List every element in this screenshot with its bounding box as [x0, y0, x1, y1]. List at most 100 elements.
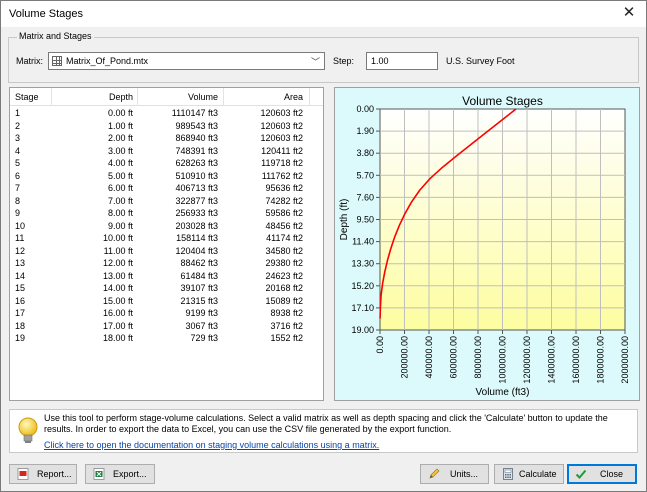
calculate-button[interactable]: Calculate — [494, 464, 564, 484]
chevron-down-icon[interactable]: ﹀ — [311, 55, 320, 68]
units-button[interactable]: Units... — [420, 464, 489, 484]
x-tick-label: 1800000.00 — [596, 336, 606, 384]
chart-title: Volume Stages — [462, 94, 543, 108]
cell-stage: 19 — [15, 333, 26, 343]
close-icon[interactable]: ✕ — [620, 4, 638, 22]
table-row[interactable]: 14 13.00 ft 61484 ft3 24623 ft2 — [10, 271, 323, 284]
cell-stage: 9 — [15, 208, 21, 218]
cell-depth: 4.00 ft — [107, 158, 133, 168]
table-row[interactable]: 5 4.00 ft 628263 ft3 119718 ft2 — [10, 158, 323, 171]
table-row[interactable]: 18 17.00 ft 3067 ft3 3716 ft2 — [10, 321, 323, 334]
cell-area: 111762 ft2 — [261, 170, 303, 181]
step-label: Step: — [333, 56, 355, 66]
cell-volume: 628263 ft3 — [175, 158, 218, 168]
table-row[interactable]: 13 12.00 ft 88462 ft3 29380 ft2 — [10, 258, 323, 271]
table-row[interactable]: 7 6.00 ft 406713 ft3 95636 ft2 — [10, 183, 323, 196]
x-tick-label: 1600000.00 — [571, 336, 581, 384]
cell-depth: 2.00 ft — [107, 133, 133, 143]
table-row[interactable]: 2 1.00 ft 989543 ft3 120603 ft2 — [10, 121, 323, 134]
cell-volume: 868940 ft3 — [175, 133, 218, 143]
volume-stages-chart: Volume Stages 0.00 200000.00 400000.00 60000… — [334, 87, 640, 401]
cell-volume: 120404 ft3 — [175, 245, 218, 256]
table-row[interactable]: 9 8.00 ft 256933 ft3 59586 ft2 — [10, 208, 323, 221]
table-row[interactable]: 3 2.00 ft 868940 ft3 120603 ft2 — [10, 133, 323, 146]
table-row[interactable]: 19 18.00 ft 729 ft3 1552 ft2 — [10, 333, 323, 346]
cell-volume: 989543 ft3 — [175, 120, 218, 131]
cell-volume: 9199 ft3 — [185, 308, 218, 318]
pdf-icon — [17, 468, 29, 480]
step-input[interactable]: 1.00 — [366, 52, 438, 70]
cell-stage: 6 — [15, 170, 21, 181]
x-tick-label: 2000000.00 — [620, 336, 630, 384]
close-button[interactable]: Close — [567, 464, 637, 484]
matrix-select-value: Matrix_Of_Pond.mtx — [66, 56, 149, 66]
cell-volume: 21315 ft3 — [180, 295, 218, 306]
cell-stage: 3 — [15, 133, 21, 143]
report-button[interactable]: Report... — [9, 464, 77, 484]
table-header: Stage Depth Volume Area — [10, 88, 323, 106]
column-header-volume[interactable]: Volume — [188, 92, 218, 102]
cell-volume: 748391 ft3 — [175, 145, 218, 156]
stages-table[interactable]: Stage Depth Volume Area 1 0.00 ft 1110147 … — [9, 87, 324, 401]
y-tick-label: 15.20 — [351, 281, 374, 291]
cell-depth: 10.00 ft — [102, 233, 133, 243]
y-tick-label: 13.30 — [351, 259, 374, 269]
matrix-select[interactable]: Matrix_Of_Pond.mtx ﹀ — [48, 52, 325, 70]
cell-stage: 16 — [15, 295, 26, 306]
cell-depth: 16.00 ft — [102, 308, 133, 318]
table-row[interactable]: 6 5.00 ft 510910 ft3 111762 ft2 — [10, 171, 323, 184]
cell-volume: 729 ft3 — [190, 333, 218, 343]
column-header-depth[interactable]: Depth — [109, 92, 133, 102]
column-header-area[interactable]: Area — [284, 92, 303, 102]
cell-depth: 18.00 ft — [102, 333, 133, 343]
close-button-label: Close — [600, 469, 624, 479]
table-row[interactable]: 8 7.00 ft 322877 ft3 74282 ft2 — [10, 196, 323, 209]
cell-depth: 9.00 ft — [107, 220, 133, 231]
y-axis-label: Depth (ft) — [339, 199, 350, 241]
volume-stages-window: Volume Stages ✕ Matrix and Stages Matrix… — [0, 0, 647, 492]
y-tick-label: 17.10 — [351, 303, 374, 313]
x-axis-label: Volume (ft3) — [476, 387, 530, 398]
cell-depth: 12.00 ft — [102, 258, 133, 268]
table-row[interactable]: 16 15.00 ft 21315 ft3 15089 ft2 — [10, 296, 323, 309]
table-row[interactable]: 1 0.00 ft 1110147 ft3 120603 ft2 — [10, 108, 323, 121]
documentation-link[interactable]: Click here to open the documentation on … — [44, 440, 379, 450]
cell-depth: 8.00 ft — [107, 208, 133, 218]
report-button-label: Report... — [37, 469, 72, 479]
y-tick-label: 19.00 — [351, 325, 374, 335]
x-tick-label: 200000.00 — [400, 336, 410, 379]
column-header-stage[interactable]: Stage — [15, 92, 39, 102]
cell-stage: 8 — [15, 195, 21, 206]
table-row[interactable]: 4 3.00 ft 748391 ft3 120411 ft2 — [10, 146, 323, 159]
table-row[interactable]: 10 9.00 ft 203028 ft3 48456 ft2 — [10, 221, 323, 234]
table-row[interactable]: 11 10.00 ft 158114 ft3 41174 ft2 — [10, 233, 323, 246]
cell-area: 74282 ft2 — [265, 195, 303, 206]
title-bar: Volume Stages ✕ — [1, 1, 646, 27]
cell-stage: 18 — [15, 320, 26, 331]
export-button[interactable]: Export... — [85, 464, 155, 484]
cell-area: 120603 ft2 — [260, 133, 303, 143]
matrix-label: Matrix: — [16, 56, 43, 66]
cell-area: 34580 ft2 — [265, 245, 303, 256]
cell-volume: 39107 ft3 — [180, 283, 218, 293]
cell-stage: 7 — [15, 183, 21, 193]
cell-area: 120411 ft2 — [261, 145, 303, 156]
calculator-icon — [503, 468, 513, 480]
cell-volume: 3067 ft3 — [185, 320, 218, 331]
y-tick-label: 9.50 — [356, 215, 374, 225]
cell-stage: 1 — [15, 108, 21, 118]
cell-volume: 158114 ft3 — [176, 233, 218, 243]
table-row[interactable]: 15 14.00 ft 39107 ft3 20168 ft2 — [10, 283, 323, 296]
x-tick-label: 400000.00 — [424, 336, 434, 379]
cell-area: 120603 ft2 — [260, 120, 303, 131]
x-tick-label: 600000.00 — [449, 336, 459, 379]
cell-volume: 203028 ft3 — [175, 220, 218, 231]
y-tick-label: 11.40 — [352, 237, 374, 247]
cell-depth: 6.00 ft — [107, 183, 133, 193]
table-row[interactable]: 12 11.00 ft 120404 ft3 34580 ft2 — [10, 246, 323, 259]
cell-area: 3716 ft2 — [270, 320, 303, 331]
cell-volume: 510910 ft3 — [175, 170, 218, 181]
table-row[interactable]: 17 16.00 ft 9199 ft3 8938 ft2 — [10, 308, 323, 321]
matrix-and-stages-group: Matrix and Stages Matrix: Matrix_Of_Pond… — [8, 31, 639, 83]
cell-depth: 14.00 ft — [102, 283, 133, 293]
